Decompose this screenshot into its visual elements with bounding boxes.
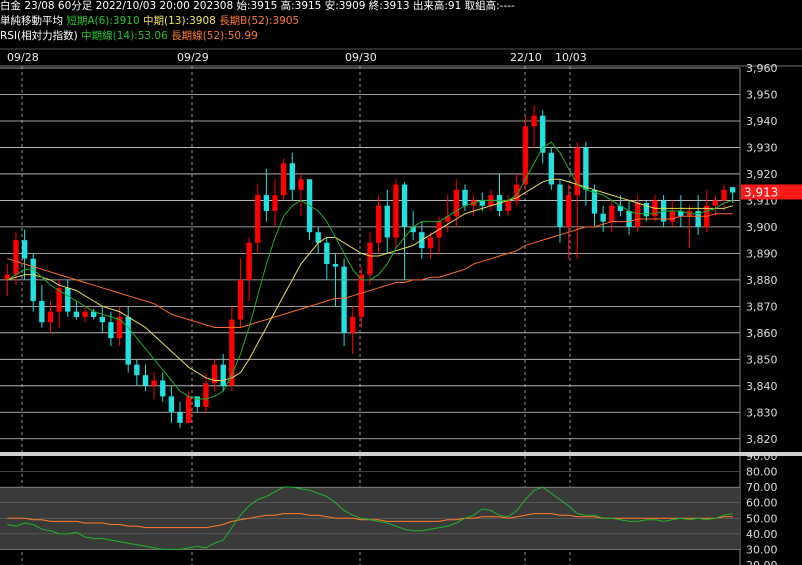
candle-body [160, 380, 166, 397]
candle-body [341, 266, 347, 333]
candle-body [272, 195, 278, 212]
price-tick-label: 3,820 [746, 433, 778, 446]
candle-body [600, 213, 606, 222]
candle-body [574, 147, 580, 196]
date-label: 22/10 [510, 51, 542, 64]
rsi-tick-label: 80.00 [746, 466, 778, 479]
candle-body [669, 211, 675, 222]
rsi-tick-label: 20.00 [746, 559, 778, 565]
candle-body [13, 240, 19, 275]
last-price-label: 3,913 [744, 185, 778, 199]
candle-body [635, 203, 641, 227]
price-tick-label: 3,930 [746, 141, 778, 154]
candle-body [565, 195, 572, 227]
price-tick-label: 3,940 [746, 115, 778, 128]
candle-body [82, 311, 88, 317]
candle-body [125, 316, 131, 365]
candle-body [583, 147, 589, 190]
candle-body [237, 279, 244, 320]
rsi-tick-label: 50.00 [746, 512, 778, 525]
candle-body [609, 205, 615, 222]
rsi-tick-label: 40.00 [746, 528, 778, 541]
candle-body [168, 396, 175, 413]
price-tick-label: 3,960 [746, 62, 778, 75]
candle-body [255, 195, 261, 243]
price-tick-label: 3,830 [746, 406, 778, 419]
candle-body [263, 195, 270, 212]
rsi-tick-label: 70.00 [746, 481, 778, 494]
candle-body [626, 211, 632, 227]
candle-body [177, 412, 183, 423]
candle-body [151, 380, 157, 386]
candle-body [142, 375, 149, 386]
candle-body [358, 274, 365, 317]
candle-body [350, 316, 356, 333]
price-tick-label: 3,880 [746, 274, 778, 287]
candle-body [324, 242, 330, 264]
rsi-tick-label: 60.00 [746, 497, 778, 510]
candle-body [384, 205, 390, 238]
candle-body [367, 242, 373, 275]
price-chart[interactable]: 3,9603,9503,9403,9303,9203,9103,9003,890… [0, 0, 802, 565]
candle-body [557, 184, 563, 227]
candle-body [47, 311, 54, 323]
candle-body [65, 287, 71, 312]
price-tick-label: 3,890 [746, 247, 778, 260]
price-tick-label: 3,920 [746, 168, 778, 181]
date-label: 09/28 [7, 51, 39, 64]
candle-body [401, 184, 408, 227]
candle-body [99, 316, 105, 323]
rsi-tick-label: 30.00 [746, 543, 778, 556]
candle-body [185, 396, 192, 423]
pane-divider [0, 452, 802, 456]
candle-body [531, 115, 537, 127]
price-tick-label: 3,900 [746, 221, 778, 234]
candle-body [427, 237, 434, 249]
candle-body [280, 163, 287, 196]
price-tick-label: 3,840 [746, 380, 778, 393]
price-tick-label: 3,860 [746, 327, 778, 340]
price-tick-label: 3,850 [746, 353, 778, 366]
price-tick-label: 3,870 [746, 300, 778, 313]
candle-body [393, 184, 399, 238]
candle-body [505, 200, 511, 212]
candle-body [73, 311, 80, 317]
candle-body [39, 301, 45, 323]
candle-body [134, 364, 140, 376]
candle-body [289, 163, 295, 190]
date-label: 09/29 [177, 51, 209, 64]
candle-body [462, 189, 468, 206]
date-label: 10/03 [555, 51, 587, 64]
candle-body [220, 364, 226, 386]
candle-body [298, 179, 304, 190]
candle-body [375, 205, 382, 243]
candle-body [203, 383, 209, 407]
candle-body [21, 240, 28, 259]
candle-body [721, 189, 727, 201]
price-tick-label: 3,950 [746, 88, 778, 101]
candle-body [108, 322, 114, 339]
candle-body [246, 242, 252, 280]
candle-body [730, 187, 736, 193]
date-label: 09/30 [345, 51, 377, 64]
candle-body [332, 263, 339, 267]
candle-body [712, 200, 719, 206]
rsi-tick-label: 90.00 [746, 450, 778, 463]
candle-body [30, 258, 36, 302]
